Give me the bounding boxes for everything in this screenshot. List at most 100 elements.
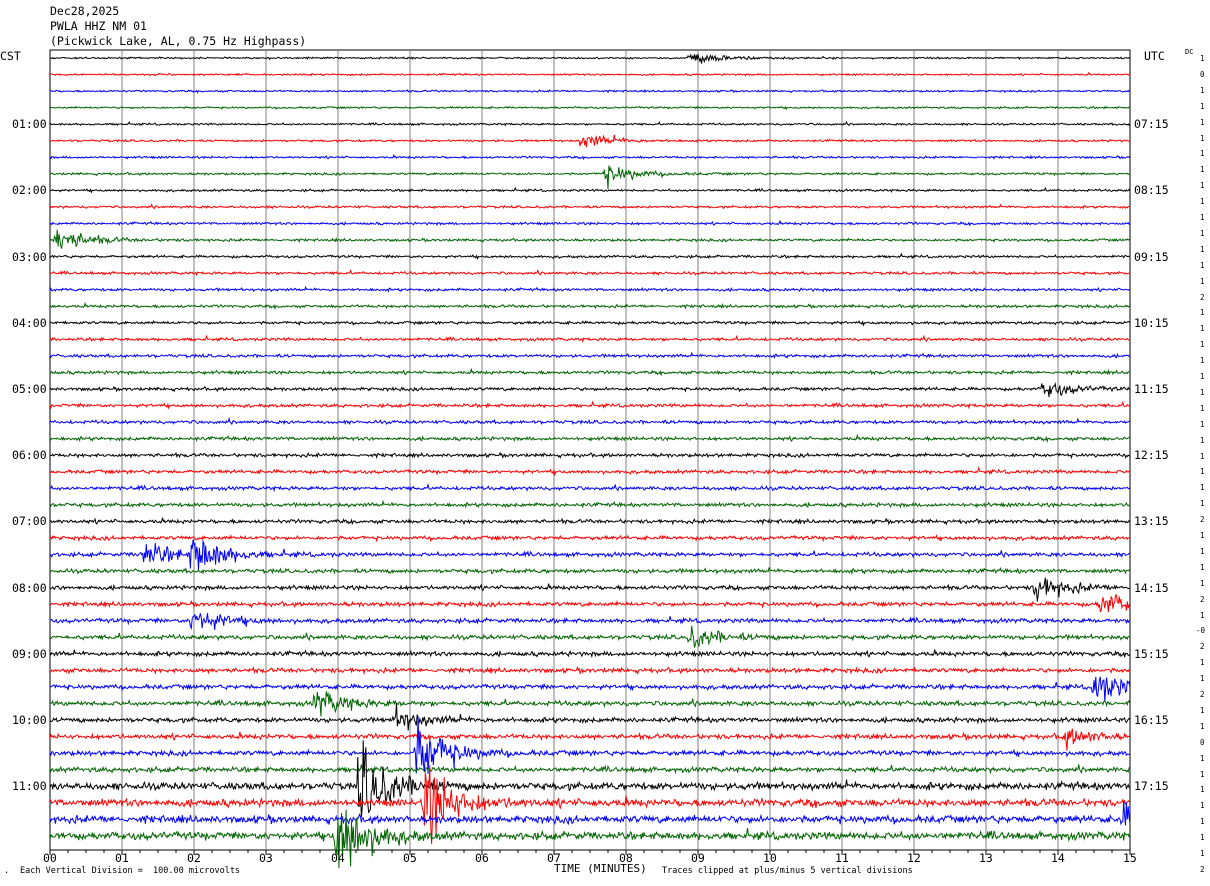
- left-time-label: 10:00: [12, 713, 47, 727]
- dc-label: DC: [1185, 48, 1194, 56]
- seismic-trace: [49, 153, 1131, 161]
- location-label: (Pickwick Lake, AL, 0.75 Hz Highpass): [50, 34, 307, 48]
- plot-frame: [49, 49, 1131, 851]
- dc-offset-label: 2: [1200, 642, 1205, 652]
- right-time-label: 14:15: [1134, 580, 1169, 595]
- left-time-label: 05:00: [12, 382, 47, 396]
- seismic-trace: [50, 88, 1131, 94]
- dc-offset-label: 1: [1200, 801, 1205, 811]
- x-tick-label: 05: [403, 851, 417, 865]
- seismic-trace: [49, 203, 1131, 210]
- dc-offset-label: 1: [1200, 674, 1205, 684]
- dc-offset-label: 1: [1200, 372, 1205, 381]
- dc-offset-label: 2: [1200, 864, 1205, 874]
- seismic-trace: [49, 451, 1131, 460]
- dc-offset-label: 1: [1200, 244, 1205, 254]
- dc-offset-label: 1: [1200, 165, 1205, 175]
- seismic-trace: [49, 613, 1131, 631]
- dc-offset-label: 1: [1200, 356, 1205, 366]
- dc-offset-label: 1: [1200, 419, 1205, 429]
- dc-offset-label: 2: [1200, 690, 1205, 699]
- seismic-trace: [49, 691, 1131, 717]
- right-time-label: 17:15: [1134, 779, 1169, 794]
- seismic-trace: [49, 120, 1131, 127]
- seismic-trace: [49, 252, 1131, 261]
- x-tick-label: 02: [187, 851, 201, 865]
- dc-offset-label: 1: [1200, 85, 1205, 95]
- x-tick-label: 14: [1051, 851, 1065, 865]
- dc-offset-label: 1: [1200, 817, 1205, 827]
- dc-offset-label: 0: [1200, 737, 1205, 747]
- right-time-label: 15:15: [1134, 646, 1169, 661]
- dc-offset-label: 1: [1200, 499, 1205, 509]
- dc-offset-label: 1: [1200, 721, 1205, 731]
- dc-offset-label: 1: [1200, 546, 1205, 556]
- dc-offset-label: -0: [1196, 626, 1206, 636]
- x-axis-ticks: [49, 850, 1131, 855]
- seismic-trace: [49, 433, 1131, 444]
- x-tick-label: 10: [763, 851, 777, 865]
- dc-offset-label: 1: [1200, 658, 1205, 668]
- left-time-label: 03:00: [12, 249, 47, 264]
- dc-offset-label: 1: [1200, 340, 1205, 350]
- right-time-label: 16:15: [1134, 713, 1169, 727]
- dc-offset-label: 1: [1200, 117, 1205, 127]
- dc-offset-label: 1: [1200, 54, 1205, 63]
- seismic-trace: [49, 625, 1131, 648]
- seismic-trace: [49, 649, 1131, 659]
- right-time-label: 09:15: [1134, 249, 1169, 264]
- dc-offset-label: 1: [1200, 451, 1205, 461]
- seismic-trace: [49, 219, 1131, 227]
- small-mark: .: [4, 866, 10, 876]
- left-time-label: 04:00: [12, 315, 47, 330]
- dc-offset-label: 2: [1200, 292, 1205, 302]
- seismic-trace: [49, 577, 1131, 602]
- seismic-trace: [49, 381, 1131, 398]
- dc-offset-label: 1: [1200, 260, 1205, 270]
- dc-offset-label: 1: [1200, 785, 1205, 795]
- seismic-trace: [49, 728, 1131, 751]
- x-tick-label: 09: [691, 851, 705, 865]
- seismic-trace: [49, 482, 1131, 493]
- seismic-trace: [49, 539, 1131, 570]
- seismic-trace: [49, 716, 1131, 774]
- clip-note: Traces clipped at plus/minus 5 vertical …: [662, 866, 913, 876]
- right-time-label: 08:15: [1134, 183, 1169, 198]
- seismic-trace: [49, 301, 1131, 310]
- station-label: PWLA HHZ NM 01: [50, 19, 147, 33]
- seismic-trace: [49, 764, 1131, 775]
- seismic-trace: [49, 594, 1131, 613]
- dc-offset-label: 1: [1200, 578, 1205, 588]
- dc-offset-label: 1: [1200, 769, 1205, 779]
- x-tick-label: 01: [115, 851, 129, 865]
- left-time-label: 06:00: [12, 448, 47, 463]
- x-tick-label: 15: [1123, 851, 1137, 865]
- seismic-trace: [49, 676, 1131, 703]
- dc-offset-label: 1: [1200, 849, 1205, 858]
- x-tick-label: 04: [331, 851, 345, 865]
- x-axis-title: TIME (MINUTES): [554, 862, 647, 875]
- dc-offset-label: 1: [1200, 753, 1205, 763]
- left-time-label: 02:00: [12, 183, 47, 198]
- dc-offset-label: 1: [1200, 467, 1205, 477]
- seismic-trace: [49, 566, 1131, 576]
- seismic-trace: [49, 400, 1131, 410]
- seismic-trace: [49, 466, 1131, 477]
- helicorder-plot: [49, 49, 1131, 869]
- seismic-trace: [50, 319, 1131, 327]
- dc-offset-label: 1: [1200, 833, 1205, 843]
- dc-offset-label: 1: [1200, 101, 1205, 111]
- right-time-label: 12:15: [1134, 448, 1169, 463]
- right-time-label: 07:15: [1134, 117, 1169, 132]
- dc-offset-label: 1: [1200, 181, 1205, 191]
- seismic-trace: [49, 285, 1131, 293]
- seismic-trace: [49, 416, 1131, 426]
- right-time-label: 13:15: [1134, 514, 1169, 529]
- x-tick-label: 03: [259, 851, 273, 865]
- seismic-trace: [49, 351, 1131, 360]
- dc-offset-label: 1: [1200, 308, 1205, 318]
- dc-offset-label: 1: [1200, 197, 1205, 207]
- grid-lines: [49, 49, 1131, 851]
- seismic-trace: [49, 765, 1131, 844]
- x-tick-label: 06: [475, 851, 489, 865]
